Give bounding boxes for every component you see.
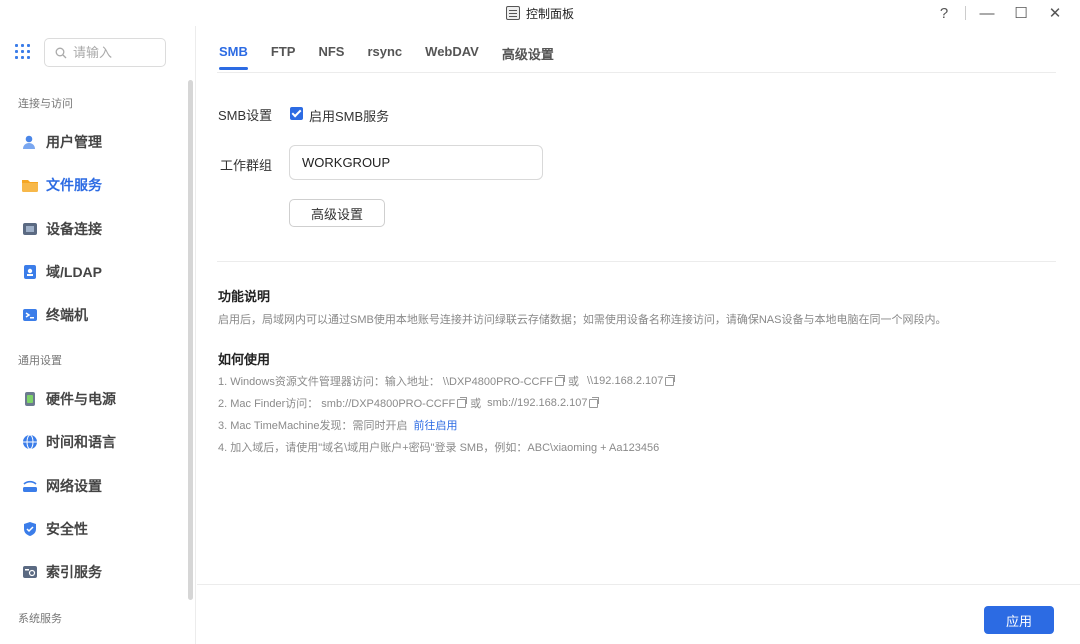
sidebar-item-users[interactable]: 用户管理 bbox=[22, 131, 102, 153]
sidebar-item-devices[interactable]: 设备连接 bbox=[22, 218, 102, 240]
window-controls-divider bbox=[965, 6, 966, 20]
main-panel: SMB FTP NFS rsync WebDAV 高级设置 SMB设置 启用SM… bbox=[197, 26, 1080, 644]
tab-bar: SMB FTP NFS rsync WebDAV 高级设置 bbox=[219, 44, 577, 70]
sidebar-item-label: 域/LDAP bbox=[46, 264, 102, 280]
workgroup-label: 工作群组 bbox=[220, 158, 273, 173]
sidebar-item-label: 硬件与电源 bbox=[46, 391, 116, 407]
apps-grid-icon[interactable] bbox=[15, 44, 30, 59]
copy-icon[interactable] bbox=[665, 374, 676, 386]
sidebar-item-domain[interactable]: 域/LDAP bbox=[22, 261, 102, 283]
sidebar-item-network[interactable]: 网络设置 bbox=[22, 475, 102, 497]
step-4-text: 4. 加入域后，请使用"域名\域用户账户+密码"登录 SMB，例如：ABC\xi… bbox=[218, 442, 660, 454]
workgroup-input[interactable]: WORKGROUP bbox=[289, 145, 543, 180]
tab-rsync[interactable]: rsync bbox=[367, 44, 402, 70]
domain-icon bbox=[24, 265, 36, 279]
sidebar-item-label: 索引服务 bbox=[46, 564, 102, 580]
help-button[interactable]: ? bbox=[927, 0, 961, 26]
close-button[interactable]: ✕ bbox=[1038, 0, 1072, 26]
window-controls: ? — ☐ ✕ bbox=[927, 0, 1072, 26]
copy-icon[interactable] bbox=[457, 396, 468, 408]
sidebar-item-time-language[interactable]: 时间和语言 bbox=[22, 431, 116, 453]
search-box[interactable] bbox=[44, 38, 166, 67]
window-title-text: 控制面板 bbox=[525, 6, 574, 21]
terminal-icon bbox=[23, 309, 37, 321]
enable-smb-label[interactable]: 启用SMB服务 bbox=[309, 106, 389, 125]
globe-icon bbox=[23, 434, 37, 450]
sidebar: 连接与访问 用户管理 文件服务 设备连接 域/LDAP 终端机 通用设置 硬件与… bbox=[0, 26, 196, 644]
section-label-connection: 连接与访问 bbox=[18, 98, 73, 110]
advanced-settings-button[interactable]: 高级设置 bbox=[289, 199, 385, 227]
sidebar-item-label: 终端机 bbox=[46, 307, 88, 323]
tab-smb[interactable]: SMB bbox=[219, 44, 248, 70]
folder-icon bbox=[22, 180, 38, 192]
sidebar-item-security[interactable]: 安全性 bbox=[22, 518, 88, 540]
copy-icon[interactable] bbox=[589, 396, 600, 408]
footer-divider bbox=[197, 584, 1080, 585]
control-panel-icon bbox=[505, 6, 520, 20]
copy-icon[interactable] bbox=[554, 374, 565, 386]
step-1-or: 或 bbox=[567, 376, 579, 388]
step-3-text: 3. Mac TimeMachine发现：需同时开启 bbox=[218, 420, 408, 432]
sidebar-scrollbar[interactable] bbox=[188, 80, 193, 600]
search-input[interactable] bbox=[73, 45, 153, 60]
sidebar-item-label: 安全性 bbox=[46, 521, 88, 537]
minimize-button[interactable]: — bbox=[970, 0, 1004, 26]
sidebar-item-label: 文件服务 bbox=[46, 177, 102, 193]
window-title: 控制面板 bbox=[0, 0, 1080, 26]
tabs-divider bbox=[217, 72, 1056, 73]
step-1-text: 1. Windows资源文件管理器访问：输入地址： \\DXP4800PRO-C… bbox=[218, 376, 553, 388]
sidebar-item-hardware[interactable]: 硬件与电源 bbox=[22, 388, 116, 410]
smb-settings-label: SMB设置 bbox=[218, 108, 273, 123]
step-1-ip: \\192.168.2.107 bbox=[586, 375, 664, 387]
sidebar-item-label: 网络设置 bbox=[46, 478, 102, 494]
sidebar-item-label: 设备连接 bbox=[46, 221, 102, 237]
hardware-icon bbox=[25, 392, 35, 406]
tab-webdav[interactable]: WebDAV bbox=[425, 44, 479, 70]
step-2-or: 或 bbox=[470, 398, 482, 410]
enable-smb-checkbox[interactable] bbox=[290, 107, 303, 120]
section-label-system: 系统服务 bbox=[18, 613, 62, 625]
enable-timemachine-link[interactable]: 前往启用 bbox=[413, 417, 457, 433]
tab-advanced[interactable]: 高级设置 bbox=[502, 44, 554, 70]
device-icon bbox=[23, 223, 37, 235]
howto-step-3: 3. Mac TimeMachine发现：需同时开启 前往启用 bbox=[218, 417, 457, 433]
tab-nfs[interactable]: NFS bbox=[318, 44, 344, 70]
sidebar-item-terminal[interactable]: 终端机 bbox=[22, 304, 88, 326]
user-icon bbox=[23, 135, 35, 149]
title-bar: 控制面板 ? — ☐ ✕ bbox=[0, 0, 1080, 26]
info-text: 启用后，局域网内可以通过SMB使用本地账号连接并访问绿联云存储数据；如需使用设备… bbox=[218, 314, 947, 326]
step-2-ip: smb://192.168.2.107 bbox=[487, 397, 588, 409]
section-divider bbox=[217, 261, 1056, 262]
howto-step-2: 2. Mac Finder访问： smb://DXP4800PRO-CCFF 或… bbox=[218, 395, 602, 411]
howto-step-4: 4. 加入域后，请使用"域名\域用户账户+密码"登录 SMB，例如：ABC\xi… bbox=[218, 439, 659, 455]
sidebar-item-file-services[interactable]: 文件服务 bbox=[22, 174, 102, 196]
section-label-general: 通用设置 bbox=[18, 355, 62, 367]
step-2-text: 2. Mac Finder访问： smb://DXP4800PRO-CCFF bbox=[218, 398, 456, 410]
howto-title: 如何使用 bbox=[218, 352, 271, 367]
maximize-button[interactable]: ☐ bbox=[1004, 0, 1038, 26]
sidebar-item-index[interactable]: 索引服务 bbox=[22, 561, 102, 583]
tab-ftp[interactable]: FTP bbox=[271, 44, 296, 70]
sidebar-item-label: 时间和语言 bbox=[46, 434, 116, 450]
index-icon bbox=[23, 566, 37, 578]
shield-icon bbox=[24, 522, 36, 536]
info-title: 功能说明 bbox=[218, 289, 271, 304]
howto-step-1: 1. Windows资源文件管理器访问：输入地址： \\DXP4800PRO-C… bbox=[218, 373, 678, 389]
network-icon bbox=[23, 480, 37, 492]
search-icon bbox=[55, 47, 67, 58]
sidebar-item-label: 用户管理 bbox=[46, 134, 102, 150]
apply-button[interactable]: 应用 bbox=[984, 606, 1054, 634]
